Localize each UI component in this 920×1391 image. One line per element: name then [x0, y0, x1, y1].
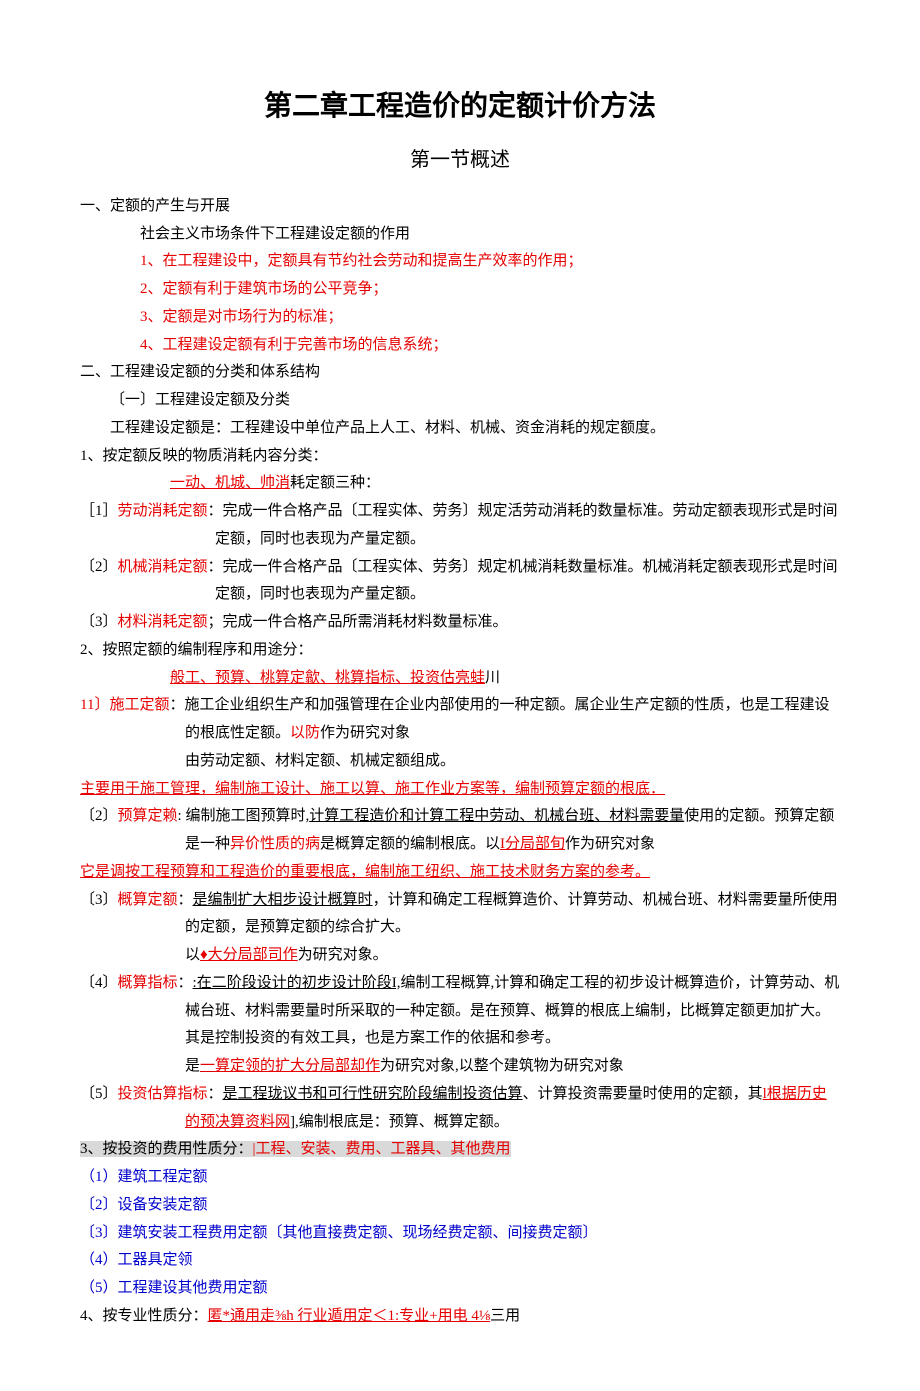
list-item: ［1］劳动消耗定额：完成一件合格产品〔工程实体、劳务〕规定活劳动消耗的数量标准。…	[80, 498, 840, 554]
list-item: （1）建筑工程定额	[80, 1164, 840, 1192]
text-line: 社会主义市场条件下工程建设定额的作用	[80, 221, 840, 249]
heading-sub: 2、按照定额的编制程序和用途分：	[80, 637, 840, 665]
text-line: 以♦大分局部司作为研究对象。	[80, 942, 840, 970]
list-item: （4）工器具定领	[80, 1247, 840, 1275]
text-line: 工程建设定额是：工程建设中单位产品上人工、材料、机械、资金消耗的规定额度。	[80, 415, 840, 443]
text-line: 由劳动定额、材料定额、机械定额组成。	[80, 748, 840, 776]
note-line: 它是调按工程预算和工程造价的重要根底，编制施工纽织、施工技术财务方案的参考。	[80, 859, 840, 887]
list-item: 〔2〕机械消耗定额：完成一件合格产品〔工程实体、劳务〕规定机械消耗数量标准。机械…	[80, 554, 840, 610]
list-item: 〔4〕概算指标：:在二阶段设计的初步设计阶段I,编制工程概算,计算和确定工程的初…	[80, 970, 840, 1053]
text-line: 〔一〕工程建设定额及分类	[80, 387, 840, 415]
list-item: 〔5〕投资估算指标：是工程珑议书和可行性研究阶段编制投资估算、计算投资需要量时使…	[80, 1081, 840, 1137]
list-item: 11〕施工定额：施工企业组织生产和加强管理在企业内部使用的一种定额。属企业生产定…	[80, 692, 840, 748]
text-line: 2、定额有利于建筑市场的公平竞争；	[80, 276, 840, 304]
list-item: （5）工程建设其他费用定额	[80, 1275, 840, 1303]
section-title: 第一节概述	[80, 142, 840, 179]
text-line: 4、工程建设定额有利于完善市场的信息系统；	[80, 332, 840, 360]
chapter-title: 第二章工程造价的定额计价方法	[80, 80, 840, 132]
heading-sub: 1、按定额反映的物质消耗内容分类：	[80, 443, 840, 471]
heading-2: 二、工程建设定额的分类和体系结构	[80, 359, 840, 387]
text-line: 1、在工程建设中，定额具有节约社会劳动和提高生产效率的作用；	[80, 248, 840, 276]
text-line: 一动、机城、帅消耗定额三种：	[80, 470, 840, 498]
list-item: 〔3〕材料消耗定额；完成一件合格产品所需消耗材料数量标准。	[80, 609, 840, 637]
text-line: 是一算定领的扩大分局部却作为研究对象,以整个建筑物为研究对象	[80, 1053, 840, 1081]
heading-1: 一、定额的产生与开展	[80, 193, 840, 221]
heading-sub: 3、按投资的费用性质分：|工程、安装、费用、工器具、其他费用	[80, 1136, 840, 1164]
list-item: 〔2〕预算定赖: 编制施工图预算时,计算工程造价和计算工程中劳动、机械台班、材料…	[80, 803, 840, 859]
note-line: 主要用于施工管理，编制施工设计、施工以算、施工作业方案等，编制预算定额的根底．	[80, 776, 840, 804]
list-item: 〔3〕建筑安装工程费用定额〔其他直接费定额、现场经费定额、间接费定额〕	[80, 1220, 840, 1248]
list-item: 〔3〕概算定额：是编制扩大相步设计概算时，计算和确定工程概算造价、计算劳动、机械…	[80, 887, 840, 943]
list-item: 〔2〕设备安装定额	[80, 1192, 840, 1220]
text-line: 3、定额是对市场行为的标准；	[80, 304, 840, 332]
heading-sub: 4、按专业性质分：匿*通用走⅜h 行业遁用定＜1:专业+用电 4⅛三用	[80, 1303, 840, 1331]
text-line: 般工、预算、桃算定歙、桃算指标、投资估亮蛙川	[80, 665, 840, 693]
